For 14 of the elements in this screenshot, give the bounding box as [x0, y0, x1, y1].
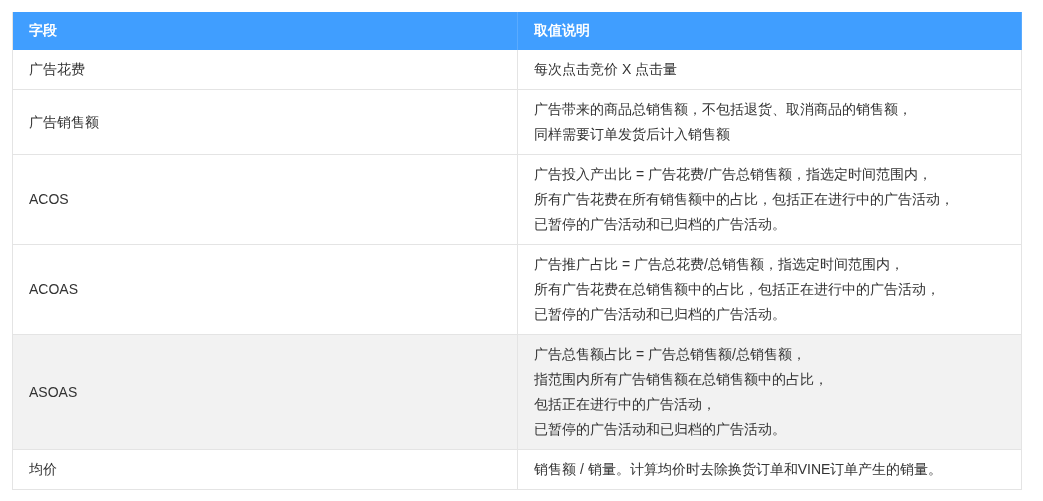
table-cell-text: 广告带来的商品总销售额，不包括退货、取消商品的销售额， 同样需要订单发货后计入销售额 — [534, 100, 912, 144]
table-cell-text: 广告总售额占比 = 广告总销售额/总销售额， 指范围内所有广告销售额在总销售额中的占比， 包括正在进行中的广告活动， 已暂停的广告活动和已归档的广告活动。 — [534, 345, 828, 439]
table-cell-text: ACOAS — [29, 280, 78, 299]
table-cell-text: 广告推广占比 = 广告总花费/总销售额，指选定时间范围内， 所有广告花费在总销售额中的占比，包括正在进行中的广告活动， 已暂停的广告活动和已归档的广告活动。 — [534, 255, 940, 324]
table-cell-text: ACOS — [29, 190, 69, 209]
table-cell-text: 广告花费 — [29, 60, 85, 79]
table-cell-text: 均价 — [29, 460, 57, 479]
column-header: 取值说明 — [518, 12, 1022, 50]
table-cell-text: 广告投入产出比 = 广告花费/广告总销售额，指选定时间范围内， 所有广告花费在所有销售额中的占比，包括正在进行中的广告活动， 已暂停的广告活动和已归档的广告活动。 — [534, 165, 954, 234]
table-cell-text: 每次点击竞价 X 点击量 — [534, 60, 678, 79]
table-cell-text: ASOAS — [29, 382, 78, 402]
column-header: 字段 — [13, 12, 518, 50]
table-cell-text: 广告销售额 — [29, 112, 99, 132]
table-cell-text: 销售额 / 销量。计算均价时去除换货订单和VINE订单产生的销量。 — [534, 460, 943, 479]
